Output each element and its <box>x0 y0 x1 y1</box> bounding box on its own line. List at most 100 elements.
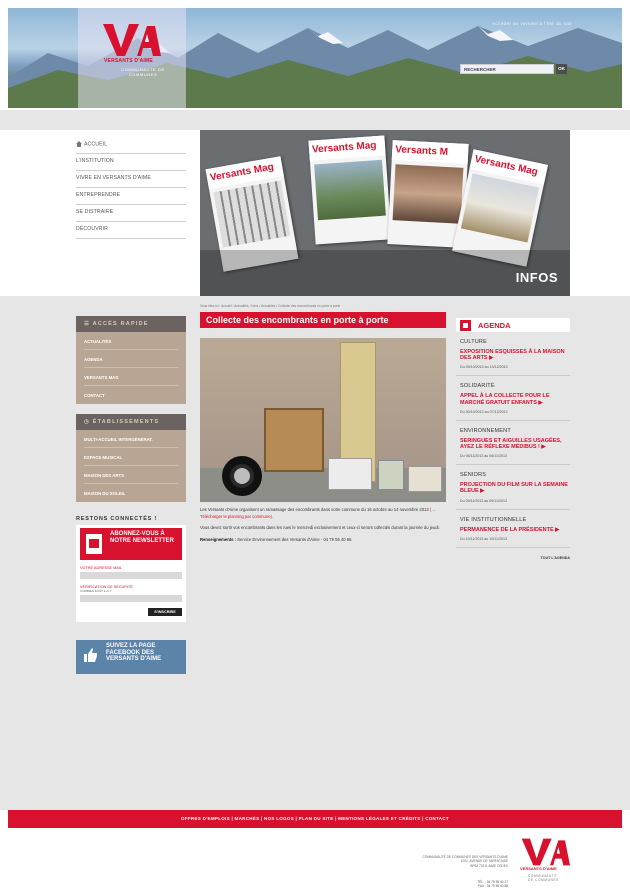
top-link[interactable]: Accéder au versant à l'été du site <box>492 21 572 26</box>
article: Vous êtes ici : Accueil / Actualités / I… <box>200 304 446 543</box>
agenda-date: Du 09/10/2013 au 13/12/2013 <box>460 365 508 370</box>
footer-logo-subtitle: COMMUNAUTÉ DE COMMUNES <box>528 874 559 883</box>
agenda-item: ENVIRONNEMENT SERINGUES ET AIGUILLES USA… <box>456 421 570 466</box>
article-paragraph: Vous devez sortir vos encombrants dans l… <box>200 525 440 530</box>
agenda-item: SÉNIORS PROJECTION DU FILM SUR LA SEMAIN… <box>456 465 570 510</box>
estab-link-maison-arts[interactable]: MAISON DES ARTS <box>84 466 178 484</box>
agenda-event-link[interactable]: PERMANENCE DE LA PRÉSIDENTE ▶ <box>460 527 570 533</box>
email-label: VOTRE ADRESSE MAIL <box>80 566 122 570</box>
nav-item-vivre[interactable]: VIVRE EN VERSANTS D'AIME <box>76 171 186 188</box>
establishments-title: ÉTABLISSEMENTS <box>92 419 160 425</box>
magazine-title: Versants Mag <box>308 135 386 161</box>
newsletter-icon <box>86 534 102 554</box>
agenda-event-link[interactable]: EXPOSITION ESQUISSES À LA MAISON DES ART… <box>460 349 570 361</box>
agenda-date: Du 10/11/2013 au 10/11/2013 <box>460 536 508 541</box>
stay-connected-heading: RESTONS CONNECTÉS ! <box>76 516 158 522</box>
email-field[interactable] <box>80 572 182 579</box>
establishments-list: MULTI-ACCUEIL INTERGÉNÉRAT. ESPACE MUSIC… <box>76 430 186 502</box>
agenda-category: VIE INSTITUTIONNELLE <box>460 516 527 523</box>
magazine-title: Versants M <box>391 140 469 165</box>
article-paragraph: Les Versants d'Aime organisent un ramass… <box>200 507 446 520</box>
estab-link-espace-musical[interactable]: ESPACE MUSICAL <box>84 448 178 466</box>
subscribe-button[interactable]: S'INSCRIRE <box>148 608 182 616</box>
header-divider <box>0 110 630 130</box>
quick-access-header: ☰ ACCÈS RAPIDE <box>76 316 186 332</box>
estab-link-maison-soleil[interactable]: MAISON DU SOLEIL <box>84 484 178 502</box>
clock-icon: ◷ <box>84 419 93 425</box>
newsletter-box: ABONNEZ-VOUS À NOTRE NEWSLETTER VOTRE AD… <box>76 525 186 622</box>
nav-item-decouvrir[interactable]: DÉCOUVRIR <box>76 222 186 239</box>
all-agenda-link[interactable]: TOUT L'AGENDA <box>456 556 570 560</box>
photo-box <box>408 466 442 492</box>
calendar-icon <box>460 320 471 331</box>
sidebar: ☰ ACCÈS RAPIDE ACTUALITÉS AGENDA VERSANT… <box>76 316 186 674</box>
agenda-date: Du 06/11/2013 au 06/11/2013 <box>460 454 508 459</box>
security-hint: COMBIEN FONT 2+3 ? <box>80 589 112 593</box>
quick-access-list: ACTUALITÉS AGENDA VERSANTS MAG CONTACT <box>76 332 186 404</box>
info-text: Service Environnement des Versants d'Aim… <box>237 536 352 542</box>
quick-link-agenda[interactable]: AGENDA <box>84 350 178 368</box>
hero-label: INFOS <box>515 270 558 285</box>
logo-subtitle: COMMUNAUTÉ DE COMMUNES <box>121 67 165 77</box>
agenda-event-link[interactable]: PROJECTION DU FILM SUR LA SEMAINE BLEUE … <box>460 482 570 494</box>
thumbs-up-icon <box>84 648 97 662</box>
paragraph-text: Les Versants d'Aime organisent un ramass… <box>200 507 429 512</box>
article-title: Collecte des encombrants en porte à port… <box>200 312 446 328</box>
magazine-photo <box>392 164 464 224</box>
footer-logo-name: VERSANTS D'AIME <box>520 866 557 871</box>
search-input[interactable]: RECHERCHER <box>460 64 554 74</box>
footer-phone: TÉL. : 04 79 55 40 27 FAX : 04 79 55 40 … <box>372 880 508 889</box>
hero-banner[interactable]: Versants Mag Versants Mag Versants M Ver… <box>200 130 570 296</box>
magazine-cover: Versants Mag <box>308 135 392 245</box>
security-field[interactable] <box>80 595 182 602</box>
menu-icon: ☰ <box>84 321 93 327</box>
footer-address: COMMUNAUTÉ DE COMMUNES DES VERSANTS D'AI… <box>372 855 508 868</box>
quick-link-actualites[interactable]: ACTUALITÉS <box>84 332 178 350</box>
breadcrumb[interactable]: Vous êtes ici : Accueil / Actualités / I… <box>200 304 446 308</box>
photo-tyre <box>222 456 262 496</box>
nav-item-distraire[interactable]: SE DISTRAIRE <box>76 205 186 222</box>
nav-label: ACCUEIL <box>84 141 108 148</box>
footer-links[interactable]: OFFRES D'EMPLOIS | MARCHÉS | NOS LOGOS |… <box>8 810 622 828</box>
info-label: Renseignements : <box>200 536 237 542</box>
header-banner: VERSANTS D'AIME COMMUNAUTÉ DE COMMUNES A… <box>8 8 622 108</box>
footer-logo-sub-line: DE COMMUNES <box>528 878 559 883</box>
agenda-item: VIE INSTITUTIONNELLE PERMANENCE DE LA PR… <box>456 510 570 548</box>
nav-item-institution[interactable]: L'INSTITUTION <box>76 154 186 171</box>
establishments-header: ◷ ÉTABLISSEMENTS <box>76 414 186 430</box>
newsletter-title: ABONNEZ-VOUS À NOTRE NEWSLETTER <box>110 531 174 544</box>
agenda-category: SÉNIORS <box>460 472 487 479</box>
hero-overlay <box>200 250 570 296</box>
home-icon <box>76 141 82 147</box>
agenda-category: ENVIRONNEMENT <box>460 427 511 434</box>
fax-line: FAX : 04 79 55 40 88 <box>478 884 508 889</box>
main-nav: ACCUEIL L'INSTITUTION VIVRE EN VERSANTS … <box>76 137 186 239</box>
estab-link-multi-accueil[interactable]: MULTI-ACCUEIL INTERGÉNÉRAT. <box>84 430 178 448</box>
va-logo-icon <box>103 24 161 56</box>
magazine-photo <box>460 173 540 243</box>
article-paragraph: Renseignements : Service Environnement d… <box>200 537 446 544</box>
quick-link-versants-mag[interactable]: VERSANTS MAG <box>84 368 178 386</box>
article-photo <box>200 338 446 502</box>
agenda-item: SOLIDARITÉ APPEL À LA COLLECTE POUR LE M… <box>456 376 570 421</box>
newsletter-header: ABONNEZ-VOUS À NOTRE NEWSLETTER <box>80 528 182 560</box>
facebook-button[interactable]: SUIVEZ LA PAGE FACEBOOK DES VERSANTS D'A… <box>76 640 186 674</box>
nav-item-entreprendre[interactable]: ENTREPRENDRE <box>76 188 186 205</box>
agenda-date: Du 09/11/2013 au 09/11/2013 <box>460 498 508 503</box>
photo-crate <box>264 408 324 472</box>
agenda-item: CULTURE EXPOSITION ESQUISSES À LA MAISON… <box>456 332 570 377</box>
magazine-photo <box>314 159 386 221</box>
agenda: AGENDA CULTURE EXPOSITION ESQUISSES À LA… <box>456 318 570 560</box>
quick-link-contact[interactable]: CONTACT <box>84 386 178 404</box>
agenda-category: SOLIDARITÉ <box>460 383 495 390</box>
agenda-header: AGENDA <box>456 318 570 332</box>
agenda-event-link[interactable]: APPEL À LA COLLECTE POUR LE MARCHÉ GRATU… <box>460 393 570 405</box>
agenda-title: AGENDA <box>478 321 511 330</box>
magazine-photo <box>213 180 291 248</box>
agenda-event-link[interactable]: SERINGUES ET AIGUILLES USAGÉES, AYEZ LE … <box>460 438 570 450</box>
photo-bucket <box>378 460 404 490</box>
nav-item-accueil[interactable]: ACCUEIL <box>76 137 186 154</box>
logo-name: VERSANTS D'AIME <box>104 58 153 64</box>
logo[interactable]: VERSANTS D'AIME COMMUNAUTÉ DE COMMUNES <box>78 8 186 108</box>
search-button[interactable]: OK <box>556 64 567 74</box>
